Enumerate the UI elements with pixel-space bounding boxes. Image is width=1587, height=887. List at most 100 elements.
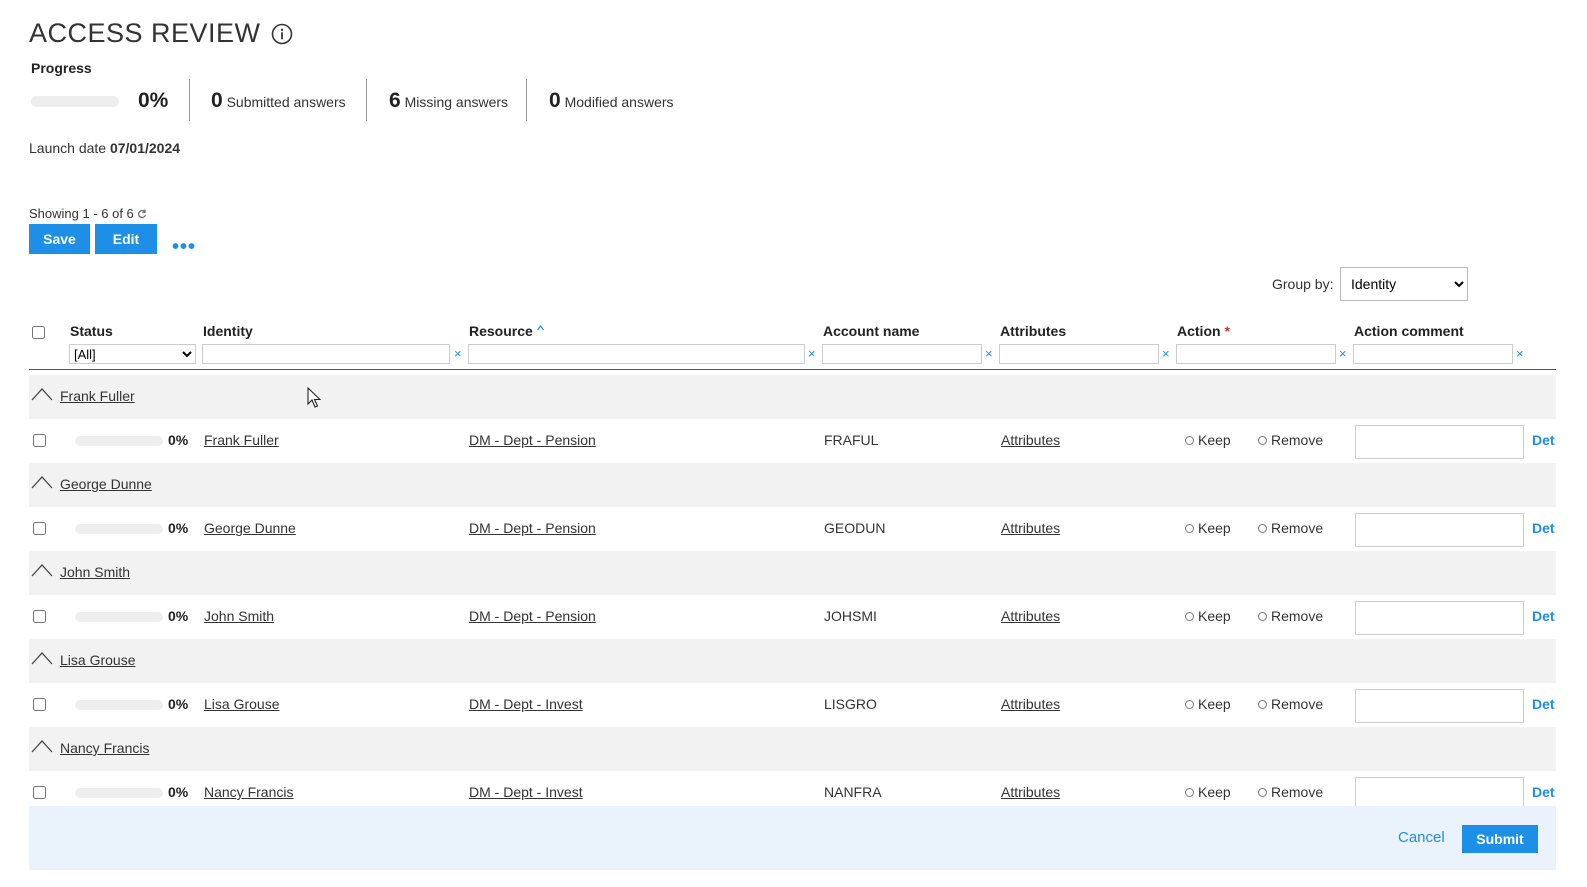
identity-link[interactable]: Nancy Francis: [204, 784, 293, 800]
chevron-up-icon[interactable]: [31, 563, 53, 577]
group-row: John Smith: [29, 551, 1556, 595]
keep-radio[interactable]: Keep: [1185, 432, 1231, 448]
radio-circle-icon[interactable]: [1258, 435, 1267, 445]
account-filter-clear-icon[interactable]: ×: [985, 346, 993, 361]
row-checkbox[interactable]: [33, 698, 46, 711]
details-link[interactable]: Det: [1532, 520, 1555, 536]
group-name-link[interactable]: Nancy Francis: [60, 740, 149, 756]
remove-radio[interactable]: Remove: [1258, 784, 1323, 800]
column-header-identity[interactable]: Identity: [203, 323, 253, 339]
radio-circle-icon[interactable]: [1185, 523, 1194, 533]
comment-filter-input[interactable]: [1353, 344, 1513, 364]
resource-link[interactable]: DM - Dept - Invest: [469, 784, 583, 800]
column-header-action-comment[interactable]: Action comment: [1354, 323, 1464, 339]
attributes-link[interactable]: Attributes: [1001, 608, 1060, 624]
attributes-filter-input[interactable]: [999, 344, 1159, 364]
launch-date-value: 07/01/2024: [109, 140, 181, 156]
column-header-attributes[interactable]: Attributes: [1000, 323, 1066, 339]
radio-circle-icon[interactable]: [1185, 611, 1194, 621]
group-name-link[interactable]: Frank Fuller: [60, 388, 135, 404]
identity-filter-input[interactable]: [202, 344, 450, 364]
column-header-account-name[interactable]: Account name: [823, 323, 919, 339]
remove-radio[interactable]: Remove: [1258, 432, 1323, 448]
radio-circle-icon[interactable]: [1258, 699, 1267, 709]
group-by-select[interactable]: Identity: [1340, 267, 1468, 301]
attributes-filter-clear-icon[interactable]: ×: [1162, 346, 1170, 361]
action-comment-input[interactable]: [1355, 513, 1524, 547]
remove-radio[interactable]: Remove: [1258, 608, 1323, 624]
keep-radio[interactable]: Keep: [1185, 784, 1231, 800]
identity-filter-clear-icon[interactable]: ×: [454, 346, 462, 361]
chevron-up-icon[interactable]: [31, 475, 53, 489]
footer-bar: Cancel Submit: [29, 806, 1556, 870]
action-comment-input[interactable]: [1355, 777, 1524, 806]
details-link[interactable]: Det: [1532, 784, 1555, 800]
attributes-link[interactable]: Attributes: [1001, 520, 1060, 536]
row-checkbox[interactable]: [33, 786, 46, 799]
table-row: 0% George Dunne DM - Dept - Pension GEOD…: [29, 507, 1556, 551]
radio-circle-icon[interactable]: [1258, 523, 1267, 533]
radio-circle-icon[interactable]: [1258, 787, 1267, 797]
resource-link[interactable]: DM - Dept - Pension: [469, 432, 596, 448]
resource-link[interactable]: DM - Dept - Pension: [469, 608, 596, 624]
submit-button[interactable]: Submit: [1462, 825, 1538, 853]
stat-divider: [366, 79, 367, 121]
row-checkbox[interactable]: [33, 522, 46, 535]
group-name-link[interactable]: Lisa Grouse: [60, 652, 135, 668]
resource-link[interactable]: DM - Dept - Invest: [469, 696, 583, 712]
remove-radio[interactable]: Remove: [1258, 696, 1323, 712]
details-link[interactable]: Det: [1532, 696, 1555, 712]
save-button[interactable]: Save: [29, 224, 90, 254]
details-link[interactable]: Det: [1532, 608, 1555, 624]
identity-link[interactable]: John Smith: [204, 608, 274, 624]
launch-date: Launch date 07/01/2024: [29, 140, 180, 156]
row-checkbox[interactable]: [33, 610, 46, 623]
resource-filter-clear-icon[interactable]: ×: [808, 346, 816, 361]
column-header-status[interactable]: Status: [70, 323, 113, 339]
stat-divider: [189, 79, 190, 121]
identity-link[interactable]: Frank Fuller: [204, 432, 279, 448]
action-comment-input[interactable]: [1355, 425, 1524, 459]
keep-radio[interactable]: Keep: [1185, 608, 1231, 624]
account-filter-input[interactable]: [822, 344, 982, 364]
group-name-link[interactable]: George Dunne: [60, 476, 152, 492]
info-icon[interactable]: [271, 23, 293, 45]
identity-link[interactable]: George Dunne: [204, 520, 296, 536]
row-checkbox[interactable]: [33, 434, 46, 447]
edit-button[interactable]: Edit: [95, 224, 157, 254]
comment-filter-clear-icon[interactable]: ×: [1516, 346, 1524, 361]
chevron-up-icon[interactable]: [31, 651, 53, 665]
more-options-icon[interactable]: •••: [172, 236, 196, 259]
action-filter-input[interactable]: [1176, 344, 1336, 364]
radio-circle-icon[interactable]: [1258, 611, 1267, 621]
table-row: 0% Lisa Grouse DM - Dept - Invest LISGRO…: [29, 683, 1556, 727]
select-all-checkbox[interactable]: [32, 326, 45, 339]
attributes-link[interactable]: Attributes: [1001, 432, 1060, 448]
table-row: 0% Nancy Francis DM - Dept - Invest NANF…: [29, 771, 1556, 806]
remove-radio[interactable]: Remove: [1258, 520, 1323, 536]
keep-radio[interactable]: Keep: [1185, 520, 1231, 536]
identity-link[interactable]: Lisa Grouse: [204, 696, 279, 712]
attributes-link[interactable]: Attributes: [1001, 696, 1060, 712]
action-comment-input[interactable]: [1355, 601, 1524, 635]
radio-circle-icon[interactable]: [1185, 699, 1194, 709]
column-header-resource[interactable]: Resource: [469, 323, 544, 339]
resource-filter-input[interactable]: [468, 344, 805, 364]
refresh-icon[interactable]: [137, 209, 147, 219]
stat-submitted: 0 Submitted answers: [211, 89, 346, 113]
action-filter-clear-icon[interactable]: ×: [1339, 346, 1347, 361]
details-link[interactable]: Det: [1532, 432, 1555, 448]
attributes-link[interactable]: Attributes: [1001, 784, 1060, 800]
radio-circle-icon[interactable]: [1185, 787, 1194, 797]
column-header-action[interactable]: Action *: [1177, 323, 1230, 339]
cancel-button[interactable]: Cancel: [1398, 829, 1445, 846]
action-comment-input[interactable]: [1355, 689, 1524, 723]
status-filter-select[interactable]: [All]: [69, 344, 196, 364]
chevron-up-icon[interactable]: [31, 739, 53, 753]
showing-count: Showing 1 - 6 of 6: [29, 206, 147, 221]
resource-link[interactable]: DM - Dept - Pension: [469, 520, 596, 536]
keep-radio[interactable]: Keep: [1185, 696, 1231, 712]
group-name-link[interactable]: John Smith: [60, 564, 130, 580]
chevron-up-icon[interactable]: [31, 387, 53, 401]
radio-circle-icon[interactable]: [1185, 435, 1194, 445]
